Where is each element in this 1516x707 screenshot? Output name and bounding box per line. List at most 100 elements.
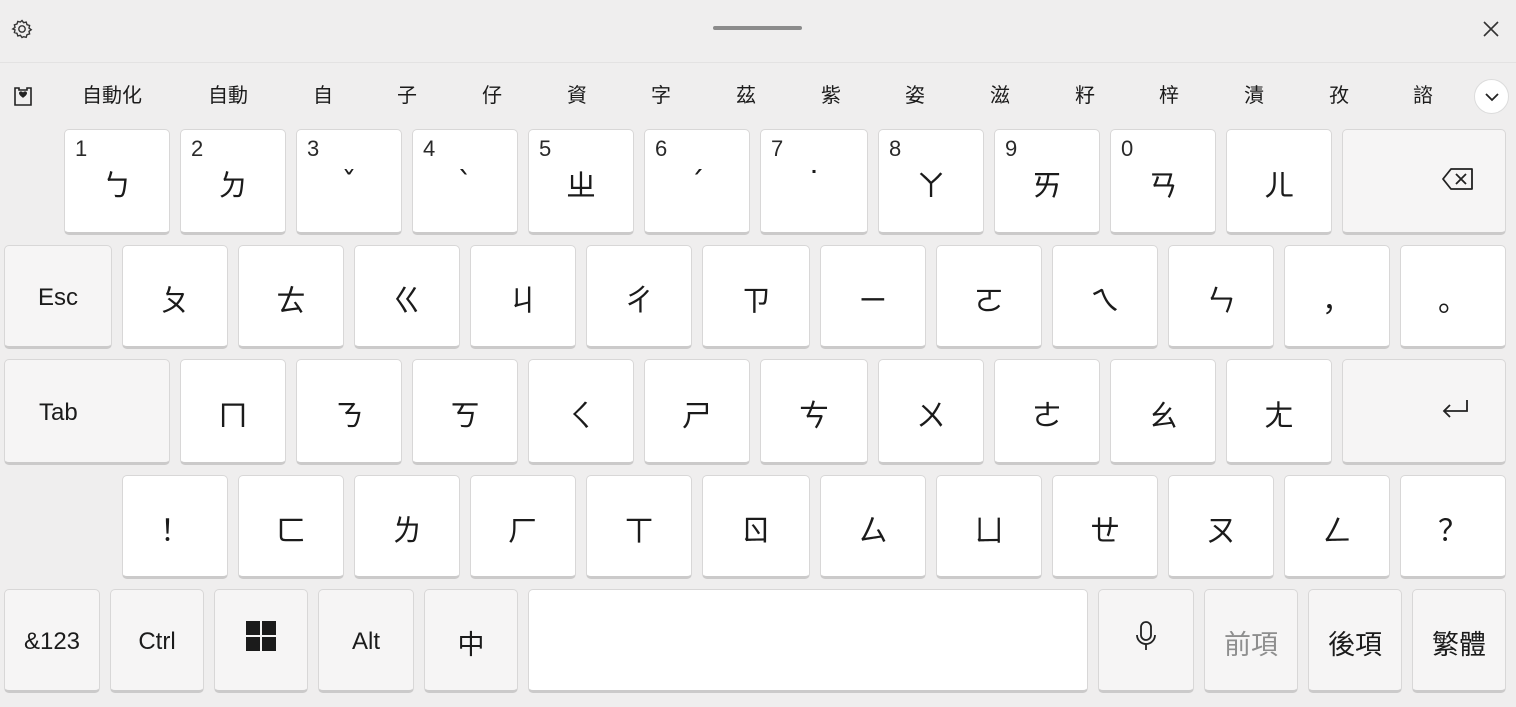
key-o[interactable]: ㄛ: [936, 245, 1042, 349]
key-ch[interactable]: ㄔ: [586, 245, 692, 349]
key-label: ㄔ: [624, 284, 654, 319]
clipboard-heart-icon[interactable]: [10, 83, 36, 109]
candidate-item[interactable]: 子: [397, 81, 417, 109]
key-label: ㄢ: [1148, 169, 1178, 204]
key-label: ㄒ: [624, 514, 654, 549]
gear-icon[interactable]: [10, 17, 34, 41]
candidate-item[interactable]: 孜: [1329, 81, 1349, 109]
key-question[interactable]: ？: [1400, 475, 1506, 579]
ime-mode-key[interactable]: 中: [424, 589, 518, 693]
enter-key[interactable]: [1342, 359, 1506, 465]
key-d[interactable]: 2ㄉ: [180, 129, 286, 235]
candidate-item[interactable]: 梓: [1159, 81, 1179, 109]
key-z[interactable]: ㄗ: [702, 245, 810, 349]
expand-candidates-button[interactable]: [1474, 79, 1509, 114]
key-c[interactable]: ㄘ: [760, 359, 868, 465]
key-l[interactable]: ㄌ: [354, 475, 460, 579]
candidate-item[interactable]: 紫: [821, 81, 841, 109]
key-x[interactable]: ㄒ: [586, 475, 692, 579]
candidate-item[interactable]: 姿: [905, 81, 925, 109]
key-period[interactable]: 。: [1400, 245, 1506, 349]
esc-key[interactable]: Esc: [4, 245, 112, 349]
drag-handle[interactable]: [713, 26, 802, 30]
windows-logo-icon: [246, 621, 276, 659]
key-s[interactable]: ㄙ: [820, 475, 926, 579]
key-f[interactable]: ㄈ: [238, 475, 344, 579]
key-r[interactable]: ㄖ: [702, 475, 810, 579]
key-number: 5: [539, 136, 552, 161]
candidate-item[interactable]: 自: [313, 81, 333, 109]
key-m[interactable]: ㄇ: [180, 359, 286, 465]
voice-input-key[interactable]: [1098, 589, 1194, 693]
key-label: ㄅ: [102, 169, 132, 204]
key-ou[interactable]: ㄡ: [1168, 475, 1274, 579]
key-eh[interactable]: ㄝ: [1052, 475, 1158, 579]
key-q[interactable]: ㄑ: [528, 359, 634, 465]
key-er[interactable]: ㄦ: [1226, 129, 1332, 235]
key-exclamation[interactable]: ！: [122, 475, 228, 579]
candidate-item[interactable]: 自動化: [82, 81, 142, 109]
chevron-down-icon: [1484, 87, 1500, 106]
key-label: Alt: [351, 628, 380, 655]
key-ang[interactable]: ㄤ: [1226, 359, 1332, 465]
key-e[interactable]: ㄜ: [994, 359, 1100, 465]
key-n[interactable]: ㄋ: [296, 359, 402, 465]
candidate-item[interactable]: 資: [567, 81, 587, 109]
key-ai[interactable]: 9ㄞ: [994, 129, 1100, 235]
candidate-item[interactable]: 籽: [1075, 81, 1095, 109]
key-sh[interactable]: ㄕ: [644, 359, 750, 465]
key-h[interactable]: ㄏ: [470, 475, 576, 579]
key-zh[interactable]: 5ㄓ: [528, 129, 634, 235]
candidate-item[interactable]: 茲: [736, 81, 756, 109]
key-label: ㄎ: [450, 399, 480, 434]
key-label: ㄠ: [1148, 399, 1178, 434]
candidate-item[interactable]: 諮: [1413, 81, 1433, 109]
ctrl-key[interactable]: Ctrl: [110, 589, 204, 693]
key-j[interactable]: ㄐ: [470, 245, 576, 349]
key-i[interactable]: ㄧ: [820, 245, 926, 349]
candidate-item[interactable]: 仔: [482, 81, 502, 109]
key-label: ㄈ: [276, 514, 306, 549]
key-u[interactable]: ㄨ: [878, 359, 984, 465]
key-p[interactable]: ㄆ: [122, 245, 228, 349]
key-number: 3: [307, 136, 320, 161]
key-label: ㄨ: [916, 399, 946, 434]
space-key[interactable]: [528, 589, 1088, 693]
key-label: ㄝ: [1090, 514, 1120, 549]
key-label: ㄏ: [508, 514, 538, 549]
previous-page-key[interactable]: 前項: [1204, 589, 1298, 693]
candidate-item[interactable]: 滋: [990, 81, 1010, 109]
key-number: 8: [889, 136, 902, 161]
key-en[interactable]: ㄣ: [1168, 245, 1274, 349]
traditional-chinese-key[interactable]: 繁體: [1412, 589, 1506, 693]
key-b[interactable]: 1ㄅ: [64, 129, 170, 235]
key-label: ㄜ: [1032, 399, 1062, 434]
key-comma[interactable]: ，: [1284, 245, 1390, 349]
key-tone4[interactable]: 4ˋ: [412, 129, 518, 235]
tab-key[interactable]: Tab: [4, 359, 170, 465]
key-k[interactable]: ㄎ: [412, 359, 518, 465]
candidate-item[interactable]: 字: [651, 81, 671, 109]
backspace-key[interactable]: [1342, 129, 1506, 235]
key-number: 2: [191, 136, 204, 161]
key-tone3[interactable]: 3ˇ: [296, 129, 402, 235]
key-yu[interactable]: ㄩ: [936, 475, 1042, 579]
key-g[interactable]: ㄍ: [354, 245, 460, 349]
candidate-item[interactable]: 漬: [1244, 81, 1264, 109]
alt-key[interactable]: Alt: [318, 589, 414, 693]
key-number: 4: [423, 136, 436, 161]
candidate-item[interactable]: 自動: [208, 81, 248, 109]
key-ei[interactable]: ㄟ: [1052, 245, 1158, 349]
close-icon[interactable]: [1478, 16, 1504, 42]
key-a[interactable]: 8ㄚ: [878, 129, 984, 235]
symbols-key[interactable]: &123: [4, 589, 100, 693]
key-an[interactable]: 0ㄢ: [1110, 129, 1216, 235]
key-tone5[interactable]: 7 ˙: [760, 129, 868, 235]
key-tone2[interactable]: 6ˊ: [644, 129, 750, 235]
key-eng[interactable]: ㄥ: [1284, 475, 1390, 579]
key-label: &123: [23, 628, 81, 655]
key-t[interactable]: ㄊ: [238, 245, 344, 349]
windows-key[interactable]: [214, 589, 308, 693]
key-ao[interactable]: ㄠ: [1110, 359, 1216, 465]
next-page-key[interactable]: 後項: [1308, 589, 1402, 693]
